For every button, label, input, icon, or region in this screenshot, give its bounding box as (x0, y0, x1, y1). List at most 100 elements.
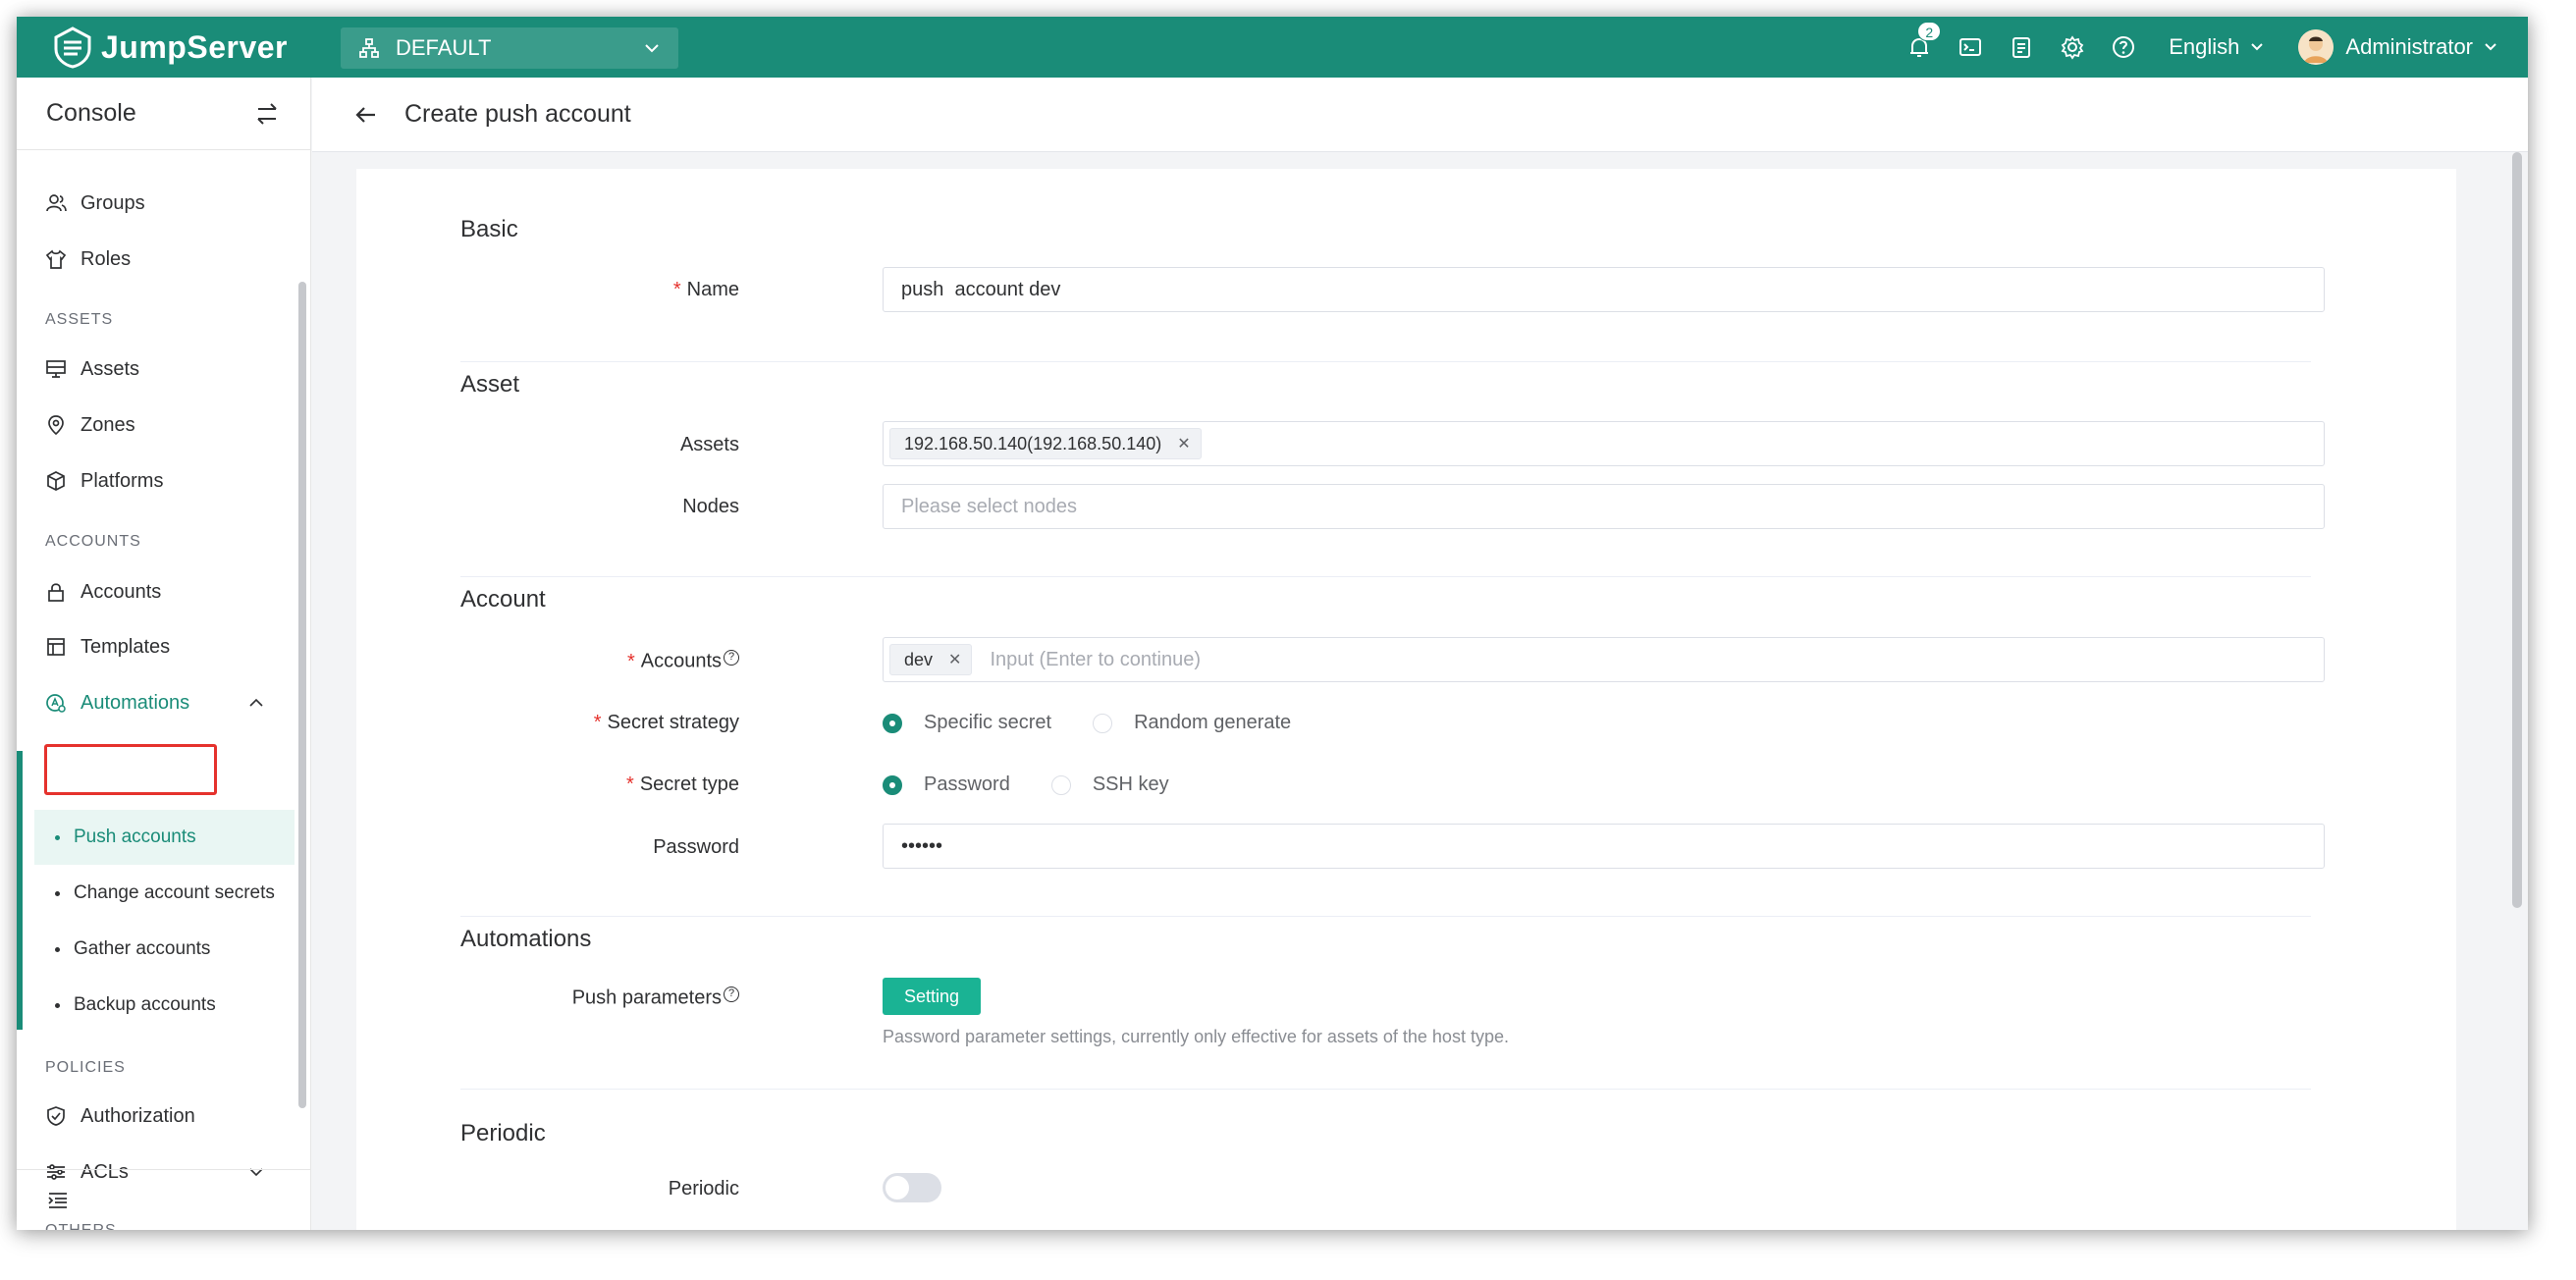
password-value: •••••• (901, 834, 943, 857)
page-header: Create push account (312, 78, 2528, 152)
section-assets: ASSETS (45, 311, 114, 328)
jumpserver-logo-icon (54, 27, 91, 69)
form-card: Basic * Name push account dev Asset Asset… (356, 169, 2456, 1230)
sidebar-item-label: Backup accounts (74, 994, 216, 1015)
radio-random-generate[interactable]: Random generate (1093, 712, 1291, 734)
periodic-switch[interactable] (883, 1173, 941, 1202)
name-input[interactable]: push account dev (883, 267, 2325, 312)
sidebar-scrollbar[interactable] (298, 282, 306, 1108)
section-accounts: ACCOUNTS (45, 533, 141, 550)
cube-icon (47, 471, 65, 491)
radio-specific-secret[interactable]: Specific secret (883, 712, 1051, 734)
monitor-icon (46, 360, 66, 378)
help-question-icon: ? (724, 650, 739, 666)
sidebar-item-roles[interactable]: Roles (17, 240, 295, 279)
logo[interactable]: JumpServer (52, 26, 288, 69)
secret-strategy-label: * Secret strategy (593, 712, 739, 733)
chevron-down-icon (645, 44, 659, 53)
avatar (2298, 29, 2334, 65)
name-label: * Name (672, 279, 739, 300)
chevron-down-icon (2251, 43, 2264, 51)
sidebar-item-groups[interactable]: Groups (17, 184, 295, 223)
sidebar-item-label: Zones (80, 413, 135, 436)
shield-check-icon (47, 1106, 65, 1126)
section-periodic-title: Periodic (460, 1120, 546, 1147)
radio-ssh-key[interactable]: SSH key (1050, 773, 1169, 796)
section-policies: POLICIES (45, 1059, 126, 1076)
page-title: Create push account (404, 100, 631, 128)
notification-bell[interactable]: 2 (1905, 22, 1942, 61)
divider (460, 1089, 2311, 1090)
sidebar-item-label: Change account secrets (74, 882, 275, 903)
accounts-label: * Accounts? (356, 650, 739, 673)
sidebar-item-platforms[interactable]: Platforms (17, 461, 295, 501)
sidebar-item-gather-accounts[interactable]: Gather accounts (44, 930, 210, 969)
user-name: Administrator (2345, 34, 2473, 59)
nodes-placeholder: Please select nodes (901, 495, 1078, 517)
sidebar-item-assets[interactable]: Assets (17, 349, 295, 389)
sidebar-item-label: Authorization (80, 1104, 195, 1127)
app-name: JumpServer (101, 28, 288, 65)
collapse-menu-icon[interactable] (46, 1189, 70, 1212)
switch-view-icon[interactable] (253, 100, 281, 128)
accounts-input[interactable]: dev ✕ Input (Enter to continue) (883, 637, 2325, 682)
user-menu[interactable]: Administrator (2298, 29, 2498, 65)
password-input[interactable]: •••••• (883, 824, 2325, 869)
sidebar-item-label: Platforms (80, 469, 164, 492)
sidebar-item-label: Roles (80, 247, 132, 270)
bullet-dot (55, 834, 60, 840)
remove-tag-icon[interactable]: ✕ (948, 650, 961, 669)
sidebar-item-templates[interactable]: Templates (17, 627, 295, 667)
radio-unchecked (1093, 713, 1113, 733)
chevron-up-icon (249, 698, 263, 707)
back-arrow-icon[interactable] (353, 102, 379, 128)
setting-button[interactable]: Setting (883, 978, 981, 1015)
sidebar-item-push-accounts[interactable]: Push accounts (44, 818, 196, 857)
sidebar-item-backup-accounts[interactable]: Backup accounts (44, 986, 216, 1025)
org-selector[interactable]: DEFAULT (341, 27, 678, 69)
account-tag-label: dev (904, 649, 934, 669)
sidebar-item-accounts[interactable]: Accounts (17, 572, 295, 612)
tickets-button[interactable] (2008, 33, 2035, 61)
console-title: Console (46, 99, 136, 127)
account-tag: dev ✕ (889, 644, 973, 675)
help-button[interactable] (2110, 33, 2137, 61)
password-label: Password (653, 836, 739, 858)
web-terminal-button[interactable] (1957, 33, 1984, 61)
sidebar-item-label: Templates (80, 635, 171, 658)
nodes-select[interactable]: Please select nodes (883, 484, 2325, 529)
section-automations-title: Automations (460, 926, 592, 952)
assets-select[interactable]: 192.168.50.140(192.168.50.140) ✕ (883, 421, 2325, 466)
app-window: JumpServer DEFAULT 2 English Administrat… (17, 17, 2528, 1230)
template-icon (47, 638, 65, 656)
sidebar-item-label: Groups (80, 191, 145, 214)
top-bar: JumpServer DEFAULT 2 English Administrat… (17, 17, 2528, 78)
notification-badge: 2 (1917, 22, 1942, 41)
asset-tag: 192.168.50.140(192.168.50.140) ✕ (889, 428, 1202, 459)
language-selector[interactable]: English (2169, 34, 2265, 60)
sidebar-item-zones[interactable]: Zones (17, 405, 295, 445)
highlight-box (44, 744, 217, 795)
question-circle-icon (2113, 36, 2135, 58)
settings-button[interactable] (2059, 33, 2086, 61)
section-asset-title: Asset (460, 371, 520, 398)
gear-icon (2061, 35, 2084, 60)
radio-unchecked (1050, 774, 1071, 795)
sidebar-item-authorization[interactable]: Authorization (17, 1096, 295, 1136)
sidebar: Console Groups Roles ASSETS Assets Zones… (17, 78, 311, 1230)
main-scrollbar[interactable] (2512, 152, 2522, 908)
language-label: English (2169, 34, 2240, 59)
radio-checked (883, 713, 902, 733)
clipboard-icon (2012, 37, 2031, 58)
radio-password[interactable]: Password (883, 773, 1010, 796)
secret-strategy-group: Specific secret Random generate (883, 712, 1332, 734)
remove-tag-icon[interactable]: ✕ (1177, 434, 1190, 453)
sidebar-item-label: Automations (80, 691, 190, 714)
help-question-icon: ? (724, 987, 739, 1002)
sidebar-item-automations[interactable]: Automations (17, 683, 295, 722)
secret-type-group: Password SSH key (883, 773, 1210, 796)
assets-label: Assets (679, 434, 739, 455)
sidebar-item-change-secrets[interactable]: Change account secrets (44, 874, 275, 913)
console-header: Console (17, 78, 310, 150)
bullet-dot (55, 1002, 60, 1008)
